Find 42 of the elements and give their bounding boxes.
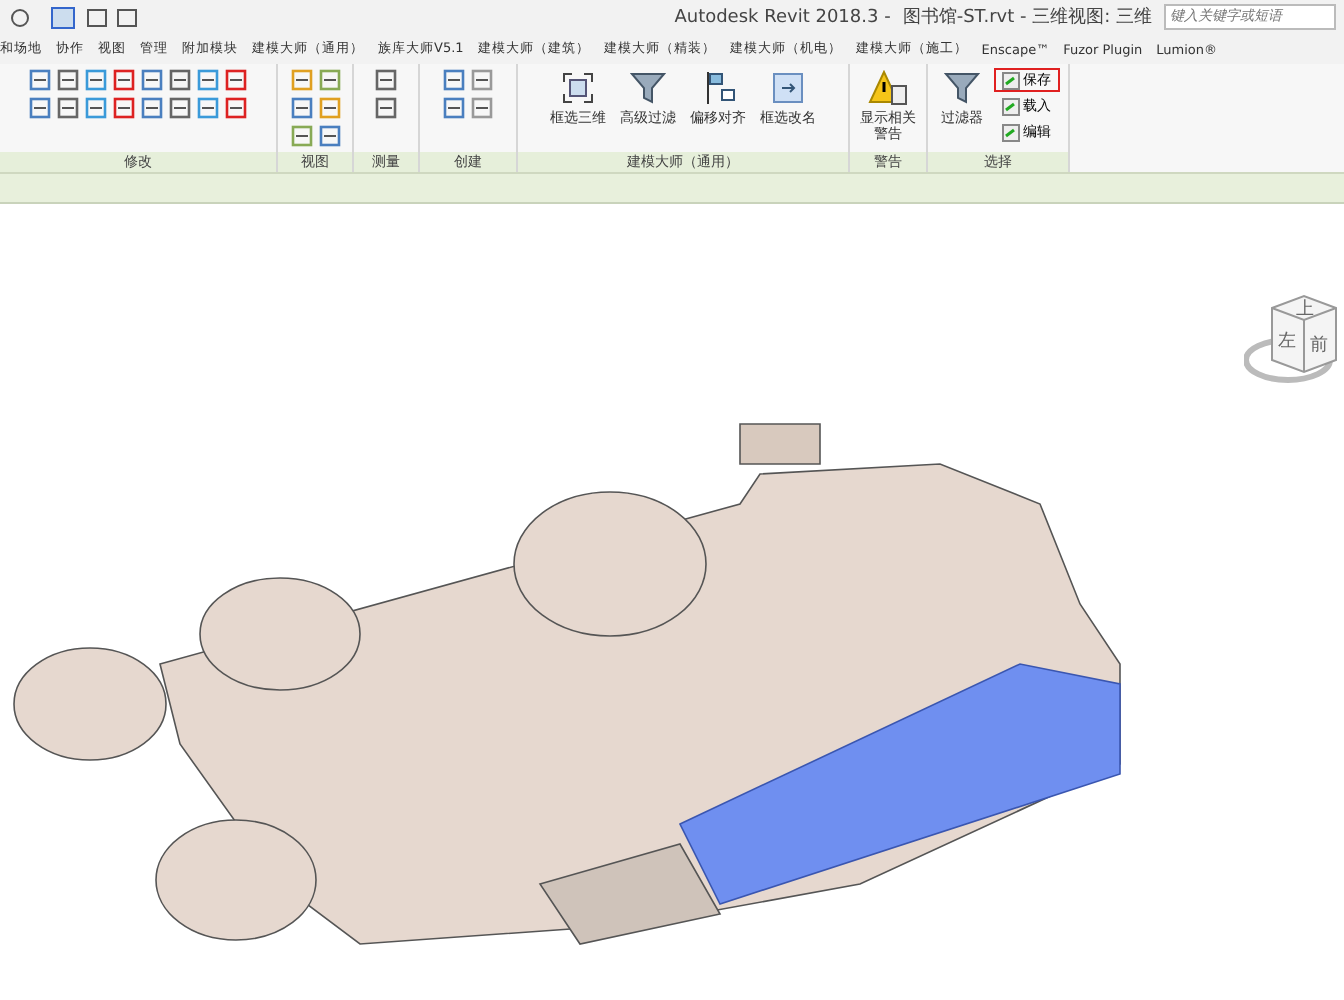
- tool-icon[interactable]: [196, 96, 220, 120]
- tool-icon[interactable]: [317, 68, 341, 92]
- document-title: 图书馆-ST.rvt - 三维视图: 三维: [902, 5, 1152, 30]
- tool-icon[interactable]: [289, 68, 313, 92]
- funnel-icon: [944, 70, 980, 106]
- tool-icon[interactable]: [168, 96, 192, 120]
- tool-icon[interactable]: [196, 68, 220, 92]
- tool-icon[interactable]: [112, 68, 136, 92]
- tool-icon[interactable]: [168, 68, 192, 92]
- tool-icon[interactable]: [289, 96, 313, 120]
- cube-face-label[interactable]: 左: [1278, 328, 1296, 354]
- tool-icon[interactable]: [374, 96, 398, 120]
- tool-icon[interactable]: [374, 68, 398, 92]
- tool-icon[interactable]: [84, 68, 108, 92]
- tool-icon[interactable]: [56, 68, 80, 92]
- tool-icon[interactable]: [317, 124, 341, 148]
- view-cube-drawing[interactable]: [1244, 292, 1340, 384]
- tool-icon[interactable]: [28, 68, 52, 92]
- tool-icon[interactable]: [442, 96, 466, 120]
- tool-icon[interactable]: [224, 96, 248, 120]
- rename-icon: [770, 70, 806, 106]
- window-title: Autodesk Revit 2018.3 -: [674, 7, 891, 27]
- tool-icon[interactable]: [56, 96, 80, 120]
- arrow-icon: [1001, 123, 1019, 141]
- tool-icon[interactable]: [317, 96, 341, 120]
- arrow-icon: [1001, 97, 1019, 115]
- arrow-icon: [1001, 71, 1019, 89]
- funnel-icon: [630, 70, 666, 106]
- cube-face-label[interactable]: 前: [1310, 332, 1328, 358]
- tool-icon[interactable]: [28, 96, 52, 120]
- tool-icon[interactable]: [224, 68, 248, 92]
- tool-icon[interactable]: [289, 124, 313, 148]
- tool-icon[interactable]: [112, 96, 136, 120]
- tool-icon[interactable]: [442, 68, 466, 92]
- warning-icon: [868, 70, 908, 106]
- tool-icon[interactable]: [140, 96, 164, 120]
- tool-icon[interactable]: [84, 96, 108, 120]
- tool-icon[interactable]: [140, 68, 164, 92]
- cube-face-label[interactable]: 上: [1296, 296, 1314, 322]
- frame-icon: [560, 70, 596, 106]
- tool-icon[interactable]: [470, 68, 494, 92]
- tool-icon[interactable]: [470, 96, 494, 120]
